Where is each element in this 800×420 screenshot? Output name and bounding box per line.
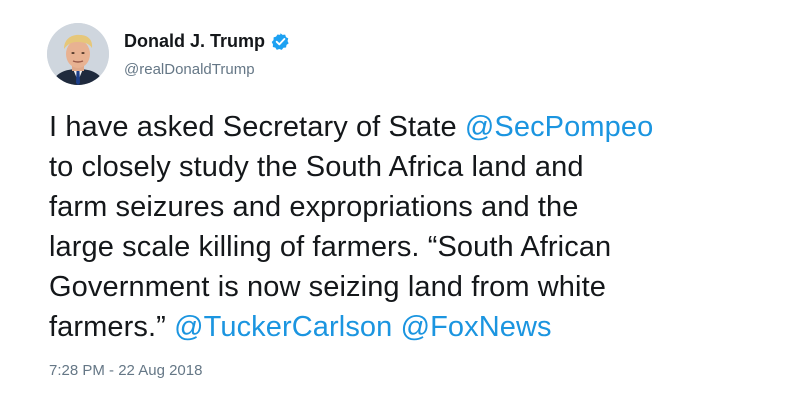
tweet-line: Government is now seizing land from whit… xyxy=(49,271,606,303)
tweet-line: I have asked Secretary of State @SecPomp… xyxy=(49,107,769,147)
avatar[interactable] xyxy=(47,23,109,85)
tweet-timestamp[interactable]: 7:28 PM - 22 Aug 2018 xyxy=(49,362,202,379)
mention-link[interactable]: @SecPompeo xyxy=(465,111,653,143)
tweet-text-segment: farmers.” xyxy=(49,311,175,343)
mention-link[interactable]: @TuckerCarlson xyxy=(174,311,392,343)
tweet-card: Donald J. Trump @realDonaldTrump I have … xyxy=(0,0,800,420)
tweet-line: farmers.” @TuckerCarlson @FoxNews xyxy=(49,307,769,347)
mention-link[interactable]: @FoxNews xyxy=(401,311,552,343)
tweet-text-segment: I have asked Secretary of State xyxy=(49,111,465,143)
author-handle[interactable]: @realDonaldTrump xyxy=(124,61,255,78)
verified-badge-icon xyxy=(271,32,290,51)
tweet-text: I have asked Secretary of State @SecPomp… xyxy=(49,107,769,347)
tweet-line: farm seizures and expropriations and the xyxy=(49,191,579,223)
tweet-line: to closely study the South Africa land a… xyxy=(49,151,584,183)
author-name-row[interactable]: Donald J. Trump xyxy=(124,29,290,53)
tweet-line: large scale killing of farmers. “South A… xyxy=(49,231,612,263)
display-name[interactable]: Donald J. Trump xyxy=(124,31,265,52)
tweet-text-space xyxy=(392,311,400,343)
profile-photo-icon xyxy=(47,23,109,85)
